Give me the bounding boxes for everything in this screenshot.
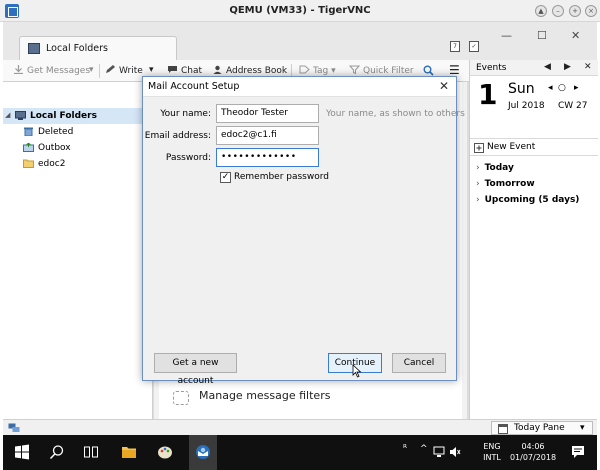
people-icon[interactable]: ᴿ <box>403 444 407 454</box>
paint-icon[interactable] <box>157 444 173 460</box>
input-language-indicator[interactable]: ENG INTL <box>481 441 503 463</box>
cancel-button[interactable]: Cancel <box>392 353 446 373</box>
get-messages-button[interactable]: Get Messages <box>13 65 90 78</box>
vnc-minimize-icon[interactable]: – <box>552 5 564 17</box>
calendar-tab-icon[interactable]: 7 <box>450 41 460 52</box>
local-folders-icon <box>15 111 26 120</box>
events-group-upcoming[interactable]: Upcoming (5 days) <box>476 195 580 205</box>
app-menu-icon[interactable]: ☰ <box>449 63 460 77</box>
folder-icon <box>23 159 34 168</box>
vnc-window-title: QEMU (VM33) - TigerVNC <box>229 5 371 16</box>
calendar-prev-icon[interactable]: ◂ <box>548 83 553 93</box>
events-group-tomorrow[interactable]: Tomorrow <box>476 179 535 189</box>
today-pane-toggle-button[interactable]: Today Pane ▾ <box>491 421 593 435</box>
calendar-day-name: Sun <box>508 81 535 97</box>
download-arrow-icon <box>14 65 23 74</box>
tab-label: Local Folders <box>46 43 108 54</box>
mail-account-setup-dialog: Mail Account Setup ✕ Your name: Theodor … <box>142 76 465 386</box>
name-label: Your name: <box>160 109 211 119</box>
online-status-icon[interactable] <box>8 423 20 433</box>
trash-icon <box>24 127 33 136</box>
maximize-icon[interactable]: ☐ <box>537 29 547 42</box>
keyboard-layout: INTL <box>483 453 501 462</box>
manage-filters-link[interactable]: Manage message filters <box>199 389 330 402</box>
chat-bubble-icon <box>168 66 177 73</box>
close-icon[interactable]: ✕ <box>571 29 580 42</box>
filters-icon <box>173 391 189 405</box>
thunderbird-icon <box>196 445 210 459</box>
get-messages-dropdown[interactable]: ▾ <box>89 65 94 78</box>
folder-edoc2[interactable]: edoc2 <box>3 156 153 172</box>
folder-deleted[interactable]: Deleted <box>3 124 153 140</box>
status-bar: Today Pane ▾ <box>3 419 597 435</box>
vnc-maximize-icon[interactable]: + <box>569 5 581 17</box>
password-field[interactable]: ••••••••••••• <box>216 148 319 167</box>
events-group-today[interactable]: Today <box>476 163 514 173</box>
email-label: Email address: <box>144 131 211 141</box>
folder-local-folders[interactable]: ◢ Local Folders <box>3 108 153 124</box>
calendar-day-number[interactable]: 1 <box>478 80 497 110</box>
calendar-week: CW 27 <box>558 101 588 111</box>
today-pane-dropdown-icon: ▾ <box>580 423 585 433</box>
write-button[interactable]: Write <box>105 65 143 78</box>
new-event-icon <box>474 143 484 153</box>
remember-password-checkbox[interactable]: ✓ <box>220 172 231 183</box>
tag-icon <box>299 65 310 74</box>
outbox-icon <box>23 143 34 152</box>
thunderbird-taskbar-button[interactable] <box>189 435 217 470</box>
volume-icon[interactable] <box>449 446 461 458</box>
events-header: Events ◀ ▶ ✕ <box>470 60 598 76</box>
events-close-icon[interactable]: ✕ <box>584 62 592 72</box>
calendar-month-year: Jul 2018 <box>508 101 545 111</box>
clock[interactable]: 04:06 01/07/2018 <box>508 441 558 463</box>
dialog-titlebar: Mail Account Setup ✕ <box>143 77 456 97</box>
mouse-cursor-icon <box>352 364 362 378</box>
vnc-titlebar: QEMU (VM33) - TigerVNC ▲ – + × <box>0 0 600 22</box>
dialog-title: Mail Account Setup <box>148 81 240 92</box>
dialog-close-icon[interactable]: ✕ <box>439 79 449 93</box>
collapse-arrow-icon[interactable]: ◢ <box>5 111 10 119</box>
events-prev-icon[interactable]: ◀ <box>544 62 551 72</box>
search-icon[interactable] <box>49 444 65 460</box>
contact-icon <box>213 65 222 74</box>
task-view-icon[interactable] <box>83 444 99 460</box>
windows-taskbar: ᴿ ^ ENG INTL 04:06 01/07/2018 <box>3 435 597 470</box>
calendar-next-icon[interactable]: ▸ <box>574 83 579 93</box>
calendar-today-icon[interactable]: ○ <box>558 83 566 93</box>
language-code: ENG <box>483 442 501 451</box>
folder-pane: ◢ Local Folders Deleted Outbox edoc2 <box>3 82 153 419</box>
clock-time: 04:06 <box>521 442 545 451</box>
get-new-account-button[interactable]: Get a new account <box>154 353 237 386</box>
network-icon[interactable] <box>433 446 445 458</box>
folder-outbox[interactable]: Outbox <box>3 140 153 156</box>
filter-icon <box>349 65 360 74</box>
name-hint: Your name, as shown to others <box>326 109 465 119</box>
vnc-pin-icon[interactable]: ▲ <box>535 5 547 17</box>
toolbar-separator <box>99 64 100 78</box>
clock-date: 01/07/2018 <box>509 453 557 462</box>
tab-bar: Local Folders — ☐ ✕ 7 ✓ <box>3 22 597 60</box>
notifications-icon[interactable] <box>571 445 585 459</box>
new-event-button[interactable]: New Event <box>470 138 598 156</box>
file-explorer-icon[interactable] <box>121 444 137 460</box>
tray-chevron-icon[interactable]: ^ <box>420 444 428 454</box>
events-next-icon[interactable]: ▶ <box>564 62 571 72</box>
pencil-icon <box>106 65 115 73</box>
tasks-tab-icon[interactable]: ✓ <box>469 41 479 52</box>
today-pane: Events ◀ ▶ ✕ 1 Sun ◂ ○ ▸ Jul 2018 CW 27 … <box>469 60 598 419</box>
email-field[interactable]: edoc2@c1.fi <box>216 126 319 145</box>
windows-start-icon[interactable] <box>14 444 30 460</box>
calendar-icon <box>498 424 508 434</box>
name-field[interactable]: Theodor Tester <box>216 104 319 123</box>
local-folders-icon <box>28 43 40 54</box>
vnc-close-icon[interactable]: × <box>585 5 597 17</box>
tab-local-folders[interactable]: Local Folders <box>19 36 177 60</box>
minimize-icon[interactable]: — <box>501 29 512 42</box>
remember-password-label[interactable]: Remember password <box>234 172 329 182</box>
events-title: Events <box>476 63 507 73</box>
password-label: Password: <box>165 153 211 163</box>
